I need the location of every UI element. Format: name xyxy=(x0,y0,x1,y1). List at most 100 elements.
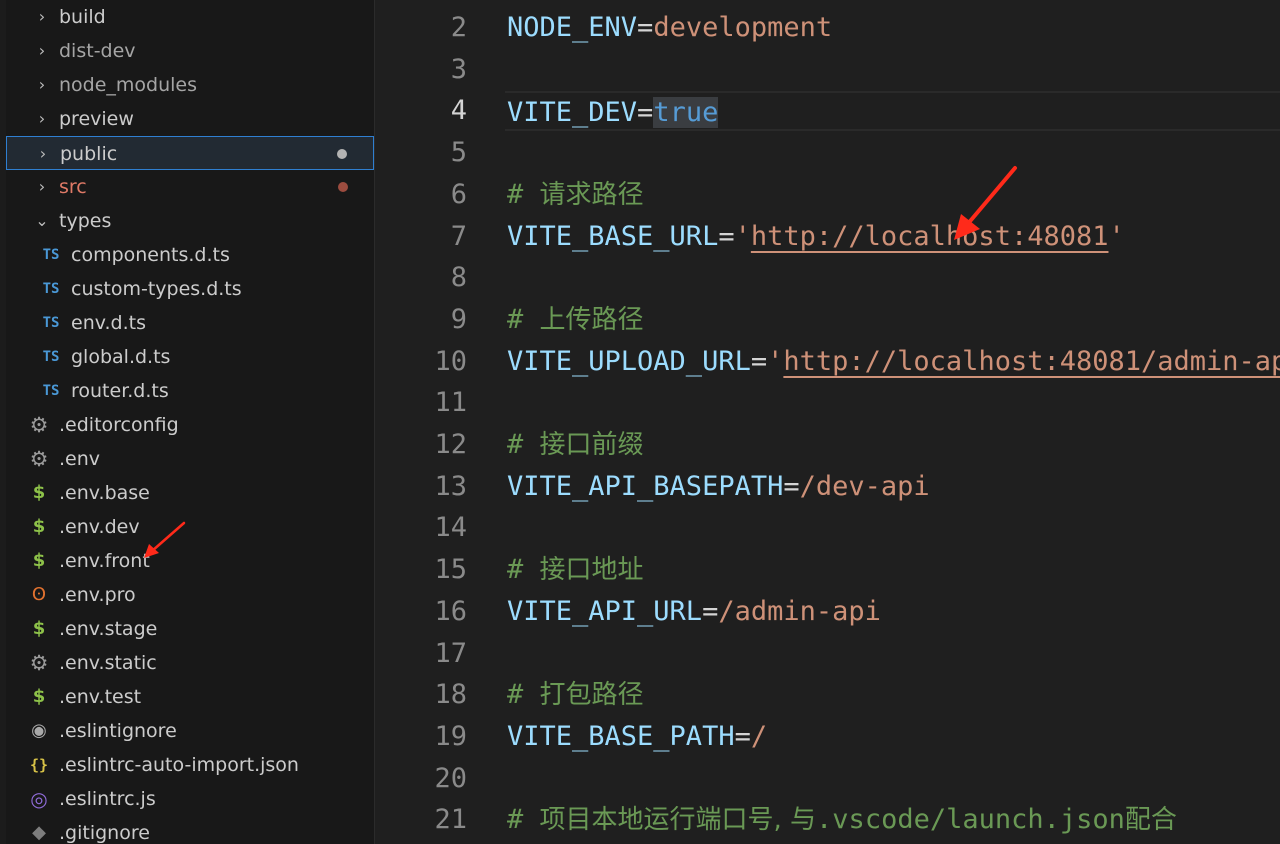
code-text: # 接口地址 xyxy=(507,550,644,590)
code-line[interactable]: 2 NODE_ENV=development xyxy=(375,8,1280,48)
code-line[interactable]: 18 # 打包路径 xyxy=(375,675,1280,715)
code-token-ctext: 打包路径 xyxy=(539,680,644,710)
explorer-item-label: dist-dev xyxy=(59,40,136,62)
explorer-item-dot-env-front[interactable]: $ .env.front xyxy=(6,544,374,578)
code-line[interactable]: 4 VITE_DEV=true xyxy=(375,91,1280,131)
line-number: 15 xyxy=(434,554,467,585)
explorer-item-label: router.d.ts xyxy=(71,380,169,402)
code-text: VITE_BASE_URL='http://localhost:48081' xyxy=(507,217,1125,257)
code-line[interactable]: 6 # 请求路径 xyxy=(375,175,1280,215)
dollar-shell-icon: $ xyxy=(32,482,46,503)
explorer-item-label: src xyxy=(59,176,87,198)
line-number: 9 xyxy=(450,304,467,335)
code-text: NODE_ENV=development xyxy=(507,8,832,48)
chevron-right-icon[interactable]: › xyxy=(34,102,50,136)
code-line[interactable]: 12 # 接口前缀 xyxy=(375,425,1280,465)
code-line[interactable]: 8 xyxy=(375,258,1280,298)
json-file-icon: {} xyxy=(29,756,49,774)
code-line[interactable]: 20 xyxy=(375,759,1280,799)
file-explorer: › build › dist-dev › node_modules › preview › pub… xyxy=(0,0,375,844)
code-text: # 请求路径 xyxy=(507,175,644,215)
code-token-val: /admin-api xyxy=(718,596,881,627)
explorer-item-dot-env-base[interactable]: $ .env.base xyxy=(6,476,374,510)
explorer-item-dot-env-pro[interactable]: ʘ .env.pro xyxy=(6,578,374,612)
line-number: 11 xyxy=(434,387,467,418)
explorer-item-components-d-ts[interactable]: TS components.d.ts xyxy=(6,238,374,272)
chevron-right-icon[interactable]: › xyxy=(35,137,51,171)
code-token-val: ' xyxy=(767,346,784,377)
explorer-item-env-d-ts[interactable]: TS env.d.ts xyxy=(6,306,374,340)
line-number: 18 xyxy=(434,679,467,710)
code-line[interactable]: 3 xyxy=(375,50,1280,90)
explorer-item-public[interactable]: › public xyxy=(6,136,374,170)
typescript-file-icon: TS xyxy=(42,383,60,399)
explorer-item-global-d-ts[interactable]: TS global.d.ts xyxy=(6,340,374,374)
code-token-key: VITE_API_URL xyxy=(507,596,703,627)
explorer-item-dot-env-static[interactable]: ⚙ .env.static xyxy=(6,646,374,680)
code-line[interactable]: 15 # 接口地址 xyxy=(375,550,1280,590)
code-editor[interactable]: 2 NODE_ENV=development 3 4 VITE_DEV=true 5 6 # … xyxy=(375,0,1280,844)
code-token-hash: # xyxy=(507,304,540,335)
explorer-item-dot-gitignore[interactable]: ◆ .gitignore xyxy=(6,816,374,844)
chevron-down-icon[interactable]: ⌄ xyxy=(34,204,50,238)
explorer-item-preview[interactable]: › preview xyxy=(6,102,374,136)
code-line-content xyxy=(505,133,1280,173)
explorer-item-dist-dev[interactable]: › dist-dev xyxy=(6,34,374,68)
line-number: 21 xyxy=(434,804,467,835)
dollar-shell-icon: $ xyxy=(32,550,46,571)
code-token-op: = xyxy=(637,97,654,128)
explorer-item-label: components.d.ts xyxy=(71,244,230,266)
code-text: VITE_DEV=true xyxy=(507,93,719,133)
explorer-item-build[interactable]: › build xyxy=(6,0,374,34)
chevron-right-icon[interactable]: › xyxy=(34,170,50,204)
chevron-right-icon[interactable]: › xyxy=(34,0,50,34)
code-line[interactable]: 5 xyxy=(375,133,1280,173)
code-token-hash: # xyxy=(507,554,540,585)
eslint-icon: ◎ xyxy=(30,787,48,811)
code-line[interactable]: 13 VITE_API_BASEPATH=/dev-api xyxy=(375,467,1280,507)
code-line[interactable]: 21 # 项目本地运行端口号, 与.vscode/launch.json配合 xyxy=(375,800,1280,840)
explorer-item-label: .gitignore xyxy=(59,822,150,844)
code-token-hash: # xyxy=(507,179,540,210)
code-line[interactable]: 10 VITE_UPLOAD_URL='http://localhost:4808… xyxy=(375,342,1280,382)
explorer-item-label: .env.base xyxy=(59,482,150,504)
eslintignore-icon: ◉ xyxy=(31,720,47,741)
explorer-item-router-d-ts[interactable]: TS router.d.ts xyxy=(6,374,374,408)
code-line[interactable]: 19 VITE_BASE_PATH=/ xyxy=(375,717,1280,757)
gear-icon: ⚙ xyxy=(29,447,49,471)
code-line[interactable]: 16 VITE_API_URL=/admin-api xyxy=(375,592,1280,632)
code-line[interactable]: 9 # 上传路径 xyxy=(375,300,1280,340)
explorer-item-src[interactable]: › src xyxy=(6,170,374,204)
dollar-shell-icon: $ xyxy=(32,516,46,537)
code-token-key: VITE_BASE_URL xyxy=(507,221,719,252)
code-token-op: = xyxy=(734,721,751,752)
explorer-item-node-modules[interactable]: › node_modules xyxy=(6,68,374,102)
code-token-val: / xyxy=(750,721,768,752)
explorer-item-label: types xyxy=(59,210,112,232)
code-line[interactable]: 7 VITE_BASE_URL='http://localhost:48081' xyxy=(375,217,1280,257)
explorer-item-types[interactable]: ⌄ types xyxy=(6,204,374,238)
line-number: 13 xyxy=(434,471,467,502)
explorer-item-dot-env[interactable]: ⚙ .env xyxy=(6,442,374,476)
code-line[interactable]: 17 xyxy=(375,634,1280,674)
code-line-content xyxy=(505,258,1280,298)
explorer-item-label: .env xyxy=(59,448,101,470)
chevron-right-icon[interactable]: › xyxy=(34,68,50,102)
code-line[interactable]: 11 xyxy=(375,383,1280,423)
code-line-content xyxy=(505,508,1280,548)
explorer-item-dot-eslintrc-js[interactable]: ◎ .eslintrc.js xyxy=(6,782,374,816)
code-token-val: development xyxy=(653,12,833,43)
explorer-item-dot-env-stage[interactable]: $ .env.stage xyxy=(6,612,374,646)
code-token-val: /dev-api xyxy=(799,471,930,502)
code-token-op: = xyxy=(783,471,800,502)
explorer-item-dot-editorconfig[interactable]: ⚙ .editorconfig xyxy=(6,408,374,442)
explorer-item-dot-eslintrc-auto-import-json[interactable]: {} .eslintrc-auto-import.json xyxy=(6,748,374,782)
code-line[interactable]: 14 xyxy=(375,508,1280,548)
explorer-item-dot-eslintignore[interactable]: ◉ .eslintignore xyxy=(6,714,374,748)
gear-icon: ⚙ xyxy=(29,651,49,675)
explorer-item-dot-env-dev[interactable]: $ .env.dev xyxy=(6,510,374,544)
code-token-ctext: 配合 xyxy=(1124,805,1177,835)
explorer-item-custom-types-d-ts[interactable]: TS custom-types.d.ts xyxy=(6,272,374,306)
chevron-right-icon[interactable]: › xyxy=(34,34,50,68)
explorer-item-dot-env-test[interactable]: $ .env.test xyxy=(6,680,374,714)
